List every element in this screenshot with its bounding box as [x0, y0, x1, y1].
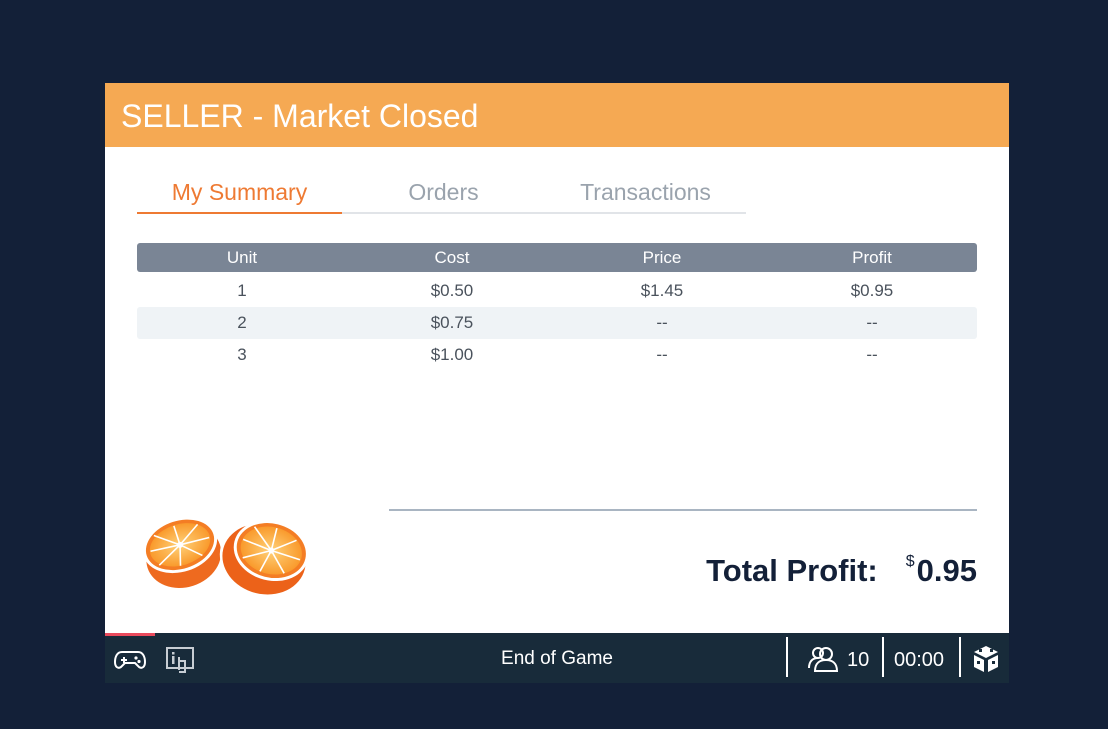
tab-orders[interactable]: Orders — [342, 175, 545, 212]
price-cell: $1.45 — [640, 281, 684, 300]
column-header-profit: Profit — [852, 248, 892, 267]
separator — [959, 637, 961, 677]
table-row: 3 $1.00 -- -- — [137, 339, 977, 371]
unit-cell: 3 — [237, 345, 247, 364]
table-row: 2 $0.75 -- -- — [137, 307, 977, 339]
cost-cell: $0.50 — [430, 281, 474, 300]
column-header-price: Price — [642, 248, 682, 267]
users-icon — [808, 647, 839, 672]
price-cell: -- — [656, 313, 668, 332]
table-header: Unit Cost Price Profit — [137, 243, 977, 272]
orange-halves-icon — [141, 516, 312, 598]
table-row: 1 $0.50 $1.45 $0.95 — [137, 275, 977, 307]
total-profit-value: 0.95 — [916, 553, 977, 588]
game-status: End of Game — [501, 648, 613, 669]
seller-panel: SELLER - Market Closed My Summary Orders… — [105, 83, 1009, 683]
currency-symbol: $ — [905, 553, 915, 570]
profit-cell: $0.95 — [850, 281, 894, 300]
tab-my-summary[interactable]: My Summary — [137, 175, 342, 214]
player-count: 10 — [847, 649, 870, 671]
separator — [882, 637, 884, 677]
summary-table: Unit Cost Price Profit 1 $0.50 $1.45 $0.… — [137, 243, 977, 371]
summary-divider — [389, 509, 977, 511]
total-profit: Total Profit: $ 0.95 — [706, 553, 977, 589]
logo-cube-icon — [974, 646, 998, 672]
active-indicator — [105, 633, 155, 636]
gamepad-button[interactable] — [113, 645, 147, 673]
footer-bar: End of Game 10 00:00 — [105, 633, 1009, 683]
tab-transactions[interactable]: Transactions — [545, 175, 746, 212]
timer: 00:00 — [894, 649, 945, 671]
tab-bar: My Summary Orders Transactions — [137, 175, 746, 214]
column-header-unit: Unit — [226, 248, 258, 267]
cost-cell: $1.00 — [430, 345, 474, 364]
price-cell: -- — [656, 345, 668, 364]
app-logo-button[interactable] — [971, 643, 1001, 675]
profit-cell: -- — [866, 345, 878, 364]
column-header-cost: Cost — [434, 248, 470, 267]
gamepad-icon — [113, 651, 147, 669]
info-button[interactable] — [163, 645, 197, 673]
total-profit-label: Total Profit: — [706, 553, 878, 588]
unit-cell: 2 — [237, 313, 247, 332]
profit-cell: -- — [866, 313, 878, 332]
page-title: SELLER - Market Closed — [121, 98, 479, 134]
unit-cell: 1 — [237, 281, 247, 300]
separator — [786, 637, 788, 677]
info-touch-icon — [166, 647, 194, 673]
cost-cell: $0.75 — [430, 313, 474, 332]
panel-header: SELLER - Market Closed — [105, 83, 1009, 147]
